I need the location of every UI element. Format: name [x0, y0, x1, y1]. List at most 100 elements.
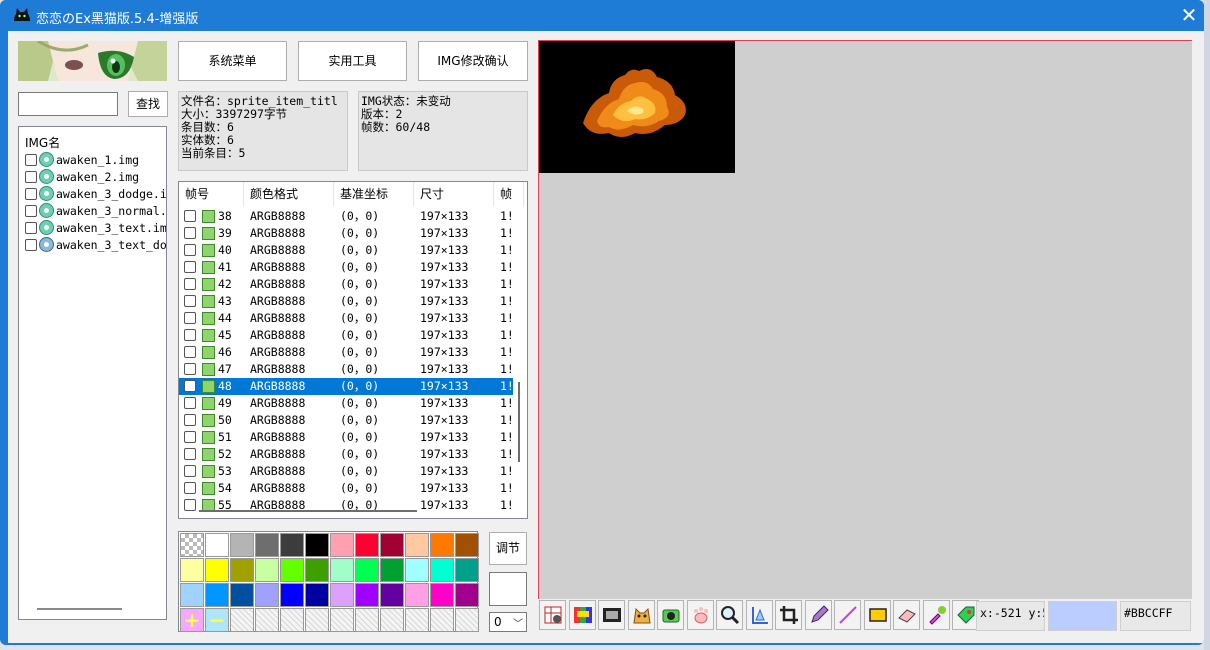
color-swatch[interactable]: [305, 533, 329, 557]
color-swatch[interactable]: [205, 533, 229, 557]
list-item[interactable]: awaken_3_dodge.i: [25, 186, 166, 203]
table-row[interactable]: 42 ARGB8888 (0，0) 197×133 1!: [179, 276, 514, 293]
fill-tag-tool-button[interactable]: [952, 600, 979, 630]
color-swatch[interactable]: [405, 583, 429, 607]
color-swatch[interactable]: [255, 558, 279, 582]
checkbox[interactable]: [184, 244, 196, 256]
table-row[interactable]: 46 ARGB8888 (0，0) 197×133 1!: [179, 344, 514, 361]
empty-swatch[interactable]: [330, 608, 354, 632]
color-swatch[interactable]: [255, 583, 279, 607]
table-row[interactable]: 51 ARGB8888 (0，0) 197×133 1!: [179, 429, 514, 446]
checkbox[interactable]: [184, 414, 196, 426]
table-row[interactable]: 40 ARGB8888 (0，0) 197×133 1!: [179, 242, 514, 259]
image-canvas[interactable]: [538, 40, 1192, 599]
frame-table[interactable]: 帧号 颜色格式 基准坐标 尺寸 帧 38 ARGB8888 (0，0) 197×133…: [178, 181, 528, 519]
color-swatch[interactable]: [355, 558, 379, 582]
table-row[interactable]: 49 ARGB8888 (0，0) 197×133 1!: [179, 395, 514, 412]
checkbox[interactable]: [184, 278, 196, 290]
checkbox[interactable]: [25, 154, 37, 166]
color-swatch[interactable]: [405, 558, 429, 582]
tools-button[interactable]: 实用工具: [298, 41, 407, 81]
list-item[interactable]: awaken_2.img: [25, 169, 166, 186]
crop-tool-button[interactable]: [775, 600, 802, 630]
search-button[interactable]: 查找: [128, 91, 168, 117]
eraser-tool-button[interactable]: [893, 600, 920, 630]
table-row[interactable]: 54 ARGB8888 (0，0) 197×133 1!: [179, 480, 514, 497]
cat-tool-tool-button[interactable]: [627, 600, 655, 630]
column-header[interactable]: 帧: [494, 182, 524, 206]
column-header[interactable]: 颜色格式: [244, 182, 334, 206]
checkbox[interactable]: [184, 329, 196, 341]
checkbox[interactable]: [184, 261, 196, 273]
color-swatch[interactable]: [205, 583, 229, 607]
color-swatch[interactable]: [305, 583, 329, 607]
table-row[interactable]: 53 ARGB8888 (0，0) 197×133 1!: [179, 463, 514, 480]
title-bar[interactable]: 恋恋のEx黑猫版.5.4-增强版 ✕: [0, 0, 1204, 31]
color-swatch[interactable]: [230, 533, 254, 557]
color-swatch[interactable]: [380, 583, 404, 607]
magnifier-tool-button[interactable]: [716, 600, 743, 630]
add-color-button[interactable]: +: [180, 608, 204, 632]
checkbox[interactable]: [184, 227, 196, 239]
empty-swatch[interactable]: [355, 608, 379, 632]
rectangle-tool-button[interactable]: [863, 600, 891, 630]
color-swatch[interactable]: [405, 533, 429, 557]
table-row[interactable]: 50 ARGB8888 (0，0) 197×133 1!: [179, 412, 514, 429]
list-item[interactable]: awaken_3_text.im: [25, 220, 166, 237]
remove-color-button[interactable]: −: [205, 608, 229, 632]
eyedropper-tool-button[interactable]: [922, 600, 950, 630]
current-color-swatch[interactable]: [489, 572, 527, 606]
column-header[interactable]: 尺寸: [414, 182, 494, 206]
color-swatch[interactable]: [180, 583, 204, 607]
list-item[interactable]: awaken_3_normal.: [25, 203, 166, 220]
line-tool-button[interactable]: [834, 600, 861, 630]
checkbox[interactable]: [184, 499, 196, 511]
horizontal-scrollbar[interactable]: [199, 510, 417, 512]
color-swatch[interactable]: [430, 583, 454, 607]
table-row[interactable]: 43 ARGB8888 (0，0) 197×133 1!: [179, 293, 514, 310]
checkbox[interactable]: [25, 222, 37, 234]
color-swatch[interactable]: [430, 533, 454, 557]
checkbox[interactable]: [184, 448, 196, 460]
color-swatch[interactable]: [280, 558, 304, 582]
layers-tool-button[interactable]: [539, 600, 566, 630]
checkbox[interactable]: [184, 465, 196, 477]
list-item[interactable]: awaken_1.img: [25, 152, 166, 169]
checkbox[interactable]: [25, 171, 37, 183]
table-row[interactable]: 38 ARGB8888 (0，0) 197×133 1!: [179, 208, 514, 225]
empty-swatch[interactable]: [405, 608, 429, 632]
pencil-tool-button[interactable]: [804, 600, 832, 630]
color-swatch[interactable]: [330, 583, 354, 607]
color-swatch[interactable]: [380, 533, 404, 557]
table-row[interactable]: 48 ARGB8888 (0，0) 197×133 1!: [179, 378, 514, 395]
checkbox[interactable]: [184, 295, 196, 307]
color-swatch[interactable]: [455, 583, 479, 607]
empty-swatch[interactable]: [280, 608, 304, 632]
table-row[interactable]: 41 ARGB8888 (0，0) 197×133 1!: [179, 259, 514, 276]
palette-tool-button[interactable]: [568, 600, 596, 630]
film-strip-tool-button[interactable]: [598, 600, 625, 630]
camera-tool-button[interactable]: [657, 600, 684, 630]
color-swatch[interactable]: [230, 558, 254, 582]
color-swatch[interactable]: [430, 558, 454, 582]
table-row[interactable]: 39 ARGB8888 (0，0) 197×133 1!: [179, 225, 514, 242]
checkbox[interactable]: [184, 346, 196, 358]
empty-swatch[interactable]: [455, 608, 479, 632]
color-swatch[interactable]: [230, 583, 254, 607]
color-palette[interactable]: + −: [178, 531, 479, 632]
color-swatch[interactable]: [280, 583, 304, 607]
color-swatch[interactable]: [355, 583, 379, 607]
checkbox[interactable]: [184, 210, 196, 222]
color-swatch[interactable]: [280, 533, 304, 557]
system-menu-button[interactable]: 系统菜单: [178, 41, 287, 81]
search-input[interactable]: [18, 92, 118, 116]
img-file-list[interactable]: IMG名 awaken_1.img awaken_2.img awaken_3_…: [18, 126, 167, 620]
checkbox[interactable]: [184, 363, 196, 375]
empty-swatch[interactable]: [380, 608, 404, 632]
checkbox[interactable]: [184, 380, 196, 392]
color-swatch[interactable]: [255, 533, 279, 557]
color-swatch[interactable]: [205, 558, 229, 582]
horizontal-scrollbar[interactable]: [37, 608, 122, 610]
color-swatch[interactable]: [305, 558, 329, 582]
column-header[interactable]: 基准坐标: [334, 182, 414, 206]
